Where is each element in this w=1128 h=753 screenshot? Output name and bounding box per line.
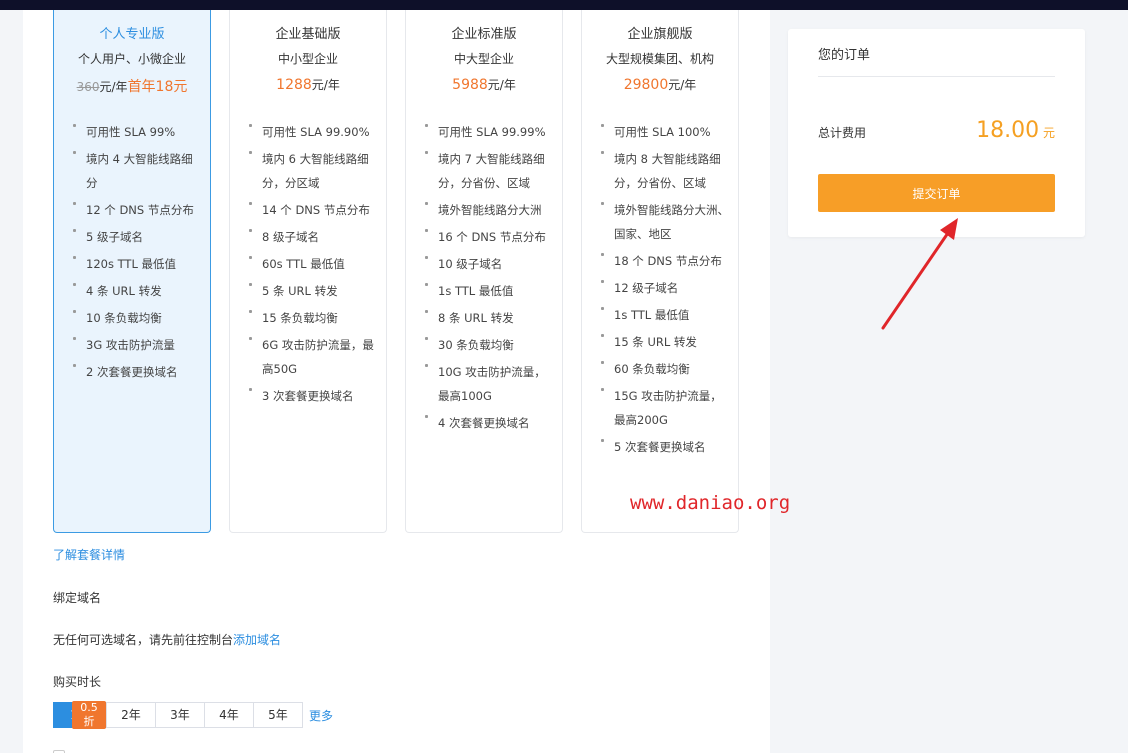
feature-item: 可用性 SLA 99% bbox=[72, 120, 204, 144]
feature-item: 6G 攻击防护流量，最高50G bbox=[248, 333, 380, 381]
plan-price: 5988元/年 bbox=[406, 76, 562, 93]
feature-item: 15 条负载均衡 bbox=[248, 306, 380, 330]
feature-item: 60s TTL 最低值 bbox=[248, 252, 380, 276]
feature-list: 可用性 SLA 99.90% 境内 6 大智能线路细分，分区域 14 个 DNS… bbox=[248, 120, 380, 411]
feature-item: 15 条 URL 转发 bbox=[600, 330, 732, 354]
duration-option-4y[interactable]: 4年 bbox=[204, 702, 254, 728]
duration-option-1y[interactable]: 1年 0.5折 bbox=[53, 701, 107, 729]
plan-audience: 中小型企业 bbox=[277, 52, 338, 66]
feature-item: 境外智能线路分大洲 bbox=[424, 198, 556, 222]
price-amount: 1288 bbox=[276, 77, 312, 93]
price-unit: 元/年 bbox=[487, 78, 516, 92]
add-domain-link[interactable]: 添加域名 bbox=[233, 633, 281, 647]
no-domain-message: 无任何可选域名，请先前往控制台添加域名 bbox=[53, 631, 281, 648]
more-durations-link[interactable]: 更多 bbox=[309, 707, 333, 724]
plan-audience: 大型规模集团、机构 bbox=[605, 52, 714, 66]
plan-audience: 个人用户、小微企业 bbox=[77, 52, 186, 66]
plan-card-personal-pro[interactable]: 个人专业版 个人用户、小微企业 360元/年首年18元 可用性 SLA 99% … bbox=[53, 10, 211, 533]
feature-item: 14 个 DNS 节点分布 bbox=[248, 198, 380, 222]
feature-item: 可用性 SLA 99.90% bbox=[248, 120, 380, 144]
feature-item: 2 次套餐更换域名 bbox=[72, 360, 204, 384]
plan-card-enterprise-standard[interactable]: 企业标准版 中大型企业 5988元/年 可用性 SLA 99.99% 境内 7 … bbox=[405, 10, 563, 533]
bind-domain-label: 绑定域名 bbox=[53, 591, 102, 605]
plan-price: 1288元/年 bbox=[230, 76, 386, 93]
duration-option-3y[interactable]: 3年 bbox=[155, 702, 205, 728]
order-summary-panel: 您的订单 总计费用 18.00 元 提交订单 bbox=[788, 29, 1085, 237]
feature-list: 可用性 SLA 100% 境内 8 大智能线路细分，分省份、区域 境外智能线路分… bbox=[600, 120, 732, 462]
feature-item: 境外智能线路分大洲、国家、地区 bbox=[600, 198, 732, 246]
feature-item: 可用性 SLA 99.99% bbox=[424, 120, 556, 144]
total-label: 总计费用 bbox=[818, 126, 867, 140]
feature-item: 4 次套餐更换域名 bbox=[424, 411, 556, 435]
promo-price: 首年18元 bbox=[127, 79, 188, 95]
discount-badge: 0.5折 bbox=[72, 701, 106, 729]
submit-order-button[interactable]: 提交订单 bbox=[818, 174, 1055, 212]
feature-item: 境内 8 大智能线路细分，分省份、区域 bbox=[600, 147, 732, 195]
feature-item: 16 个 DNS 节点分布 bbox=[424, 225, 556, 249]
feature-item: 15G 攻击防护流量，最高200G bbox=[600, 384, 732, 432]
plan-audience: 中大型企业 bbox=[453, 52, 514, 66]
price-amount: 5988 bbox=[452, 77, 488, 93]
divider bbox=[818, 76, 1055, 77]
top-nav-bar bbox=[0, 0, 1128, 10]
plan-list: 个人专业版 个人用户、小微企业 360元/年首年18元 可用性 SLA 99% … bbox=[53, 10, 743, 533]
plan-name: 企业旗舰版 bbox=[627, 27, 693, 42]
feature-item: 1s TTL 最低值 bbox=[424, 279, 556, 303]
feature-item: 12 级子域名 bbox=[600, 276, 732, 300]
order-title: 您的订单 bbox=[818, 48, 871, 63]
duration-label: 购买时长 bbox=[53, 675, 102, 689]
duration-option-2y[interactable]: 2年 bbox=[106, 702, 156, 728]
plan-price: 29800元/年 bbox=[582, 76, 738, 93]
total-amount: 18.00 bbox=[976, 118, 1040, 143]
feature-list: 可用性 SLA 99.99% 境内 7 大智能线路细分，分省份、区域 境外智能线… bbox=[424, 120, 556, 438]
feature-item: 18 个 DNS 节点分布 bbox=[600, 249, 732, 273]
feature-item: 120s TTL 最低值 bbox=[72, 252, 204, 276]
price-unit: 元/年 bbox=[311, 78, 340, 92]
plan-card-enterprise-basic[interactable]: 企业基础版 中小型企业 1288元/年 可用性 SLA 99.90% 境内 6 … bbox=[229, 10, 387, 533]
watermark-text: www.daniao.org bbox=[630, 492, 791, 514]
original-price: 360 bbox=[76, 80, 100, 94]
price-amount: 29800 bbox=[623, 77, 669, 93]
feature-item: 3 次套餐更换域名 bbox=[248, 384, 380, 408]
feature-item: 5 次套餐更换域名 bbox=[600, 435, 732, 459]
feature-item: 10 级子域名 bbox=[424, 252, 556, 276]
feature-item: 60 条负载均衡 bbox=[600, 357, 732, 381]
feature-item: 可用性 SLA 100% bbox=[600, 120, 732, 144]
feature-item: 境内 4 大智能线路细分 bbox=[72, 147, 204, 195]
feature-item: 5 级子域名 bbox=[72, 225, 204, 249]
duration-selector: 1年 0.5折 2年 3年 4年 5年 更多 bbox=[53, 701, 333, 729]
no-domain-text: 无任何可选域名，请先前往控制台 bbox=[53, 633, 234, 647]
feature-item: 10G 攻击防护流量，最高100G bbox=[424, 360, 556, 408]
feature-item: 境内 7 大智能线路细分，分省份、区域 bbox=[424, 147, 556, 195]
plan-name: 企业基础版 bbox=[275, 27, 341, 42]
total-unit: 元 bbox=[1042, 126, 1055, 140]
annotation-arrow-icon bbox=[881, 218, 958, 330]
feature-item: 境内 6 大智能线路细分，分区域 bbox=[248, 147, 380, 195]
plan-price: 360元/年首年18元 bbox=[54, 76, 210, 96]
total-value: 18.00 元 bbox=[976, 118, 1055, 143]
duration-option-5y[interactable]: 5年 bbox=[253, 702, 303, 728]
price-unit: 元/年 bbox=[668, 78, 697, 92]
plan-name: 个人专业版 bbox=[99, 27, 165, 42]
purchase-panel: 个人专业版 个人用户、小微企业 360元/年首年18元 可用性 SLA 99% … bbox=[23, 10, 770, 753]
feature-item: 10 条负载均衡 bbox=[72, 306, 204, 330]
feature-item: 8 级子域名 bbox=[248, 225, 380, 249]
plan-name: 企业标准版 bbox=[451, 27, 517, 42]
feature-item: 4 条 URL 转发 bbox=[72, 279, 204, 303]
feature-item: 1s TTL 最低值 bbox=[600, 303, 732, 327]
feature-list: 可用性 SLA 99% 境内 4 大智能线路细分 12 个 DNS 节点分布 5… bbox=[72, 120, 204, 387]
feature-item: 8 条 URL 转发 bbox=[424, 306, 556, 330]
price-unit: 元/年 bbox=[99, 80, 128, 94]
plan-card-enterprise-flagship[interactable]: 企业旗舰版 大型规模集团、机构 29800元/年 可用性 SLA 100% 境内… bbox=[581, 10, 739, 533]
feature-item: 3G 攻击防护流量 bbox=[72, 333, 204, 357]
feature-item: 30 条负载均衡 bbox=[424, 333, 556, 357]
feature-item: 5 条 URL 转发 bbox=[248, 279, 380, 303]
plan-details-link[interactable]: 了解套餐详情 bbox=[53, 546, 125, 563]
feature-item: 12 个 DNS 节点分布 bbox=[72, 198, 204, 222]
